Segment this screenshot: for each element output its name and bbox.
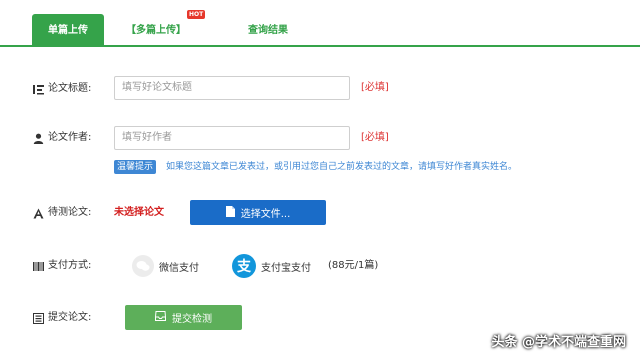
title-label-text: 论文标题: bbox=[48, 83, 92, 94]
tab-multi-upload[interactable]: 【多篇上传】 HOT bbox=[126, 10, 216, 47]
inbox-icon bbox=[155, 311, 166, 324]
alipay-option[interactable]: 支 支付宝支付 bbox=[232, 254, 311, 278]
title-label: 论文标题: bbox=[33, 81, 91, 97]
wechat-pay-label: 微信支付 bbox=[159, 262, 199, 274]
barcode-icon bbox=[33, 261, 44, 272]
wechat-icon bbox=[132, 255, 154, 277]
submit-label: 提交论文: bbox=[33, 310, 91, 326]
tab-multi-label: 【多篇上传】 bbox=[126, 25, 186, 36]
author-label: 论文作者: bbox=[33, 130, 91, 146]
tip-badge: 温馨提示 bbox=[114, 160, 157, 174]
choose-file-button[interactable]: 选择文件... bbox=[190, 200, 326, 225]
font-icon bbox=[33, 208, 44, 219]
wechat-pay-option[interactable]: 微信支付 bbox=[132, 255, 199, 277]
watermark: 头条 @学术不端查重网 bbox=[491, 335, 626, 350]
heading-icon bbox=[33, 84, 44, 95]
no-file-text: 未选择论文 bbox=[114, 207, 164, 218]
tab-bar: 单篇上传 【多篇上传】 HOT 查询结果 bbox=[0, 0, 640, 47]
submit-label-text: 提交论文: bbox=[48, 312, 92, 323]
user-icon bbox=[33, 133, 44, 144]
author-label-text: 论文作者: bbox=[48, 132, 92, 143]
title-input[interactable]: 填写好论文标题 bbox=[114, 76, 350, 100]
list-icon bbox=[33, 312, 44, 324]
paper-label-text: 待测论文: bbox=[48, 207, 92, 218]
author-required: [必填] bbox=[361, 132, 389, 143]
tab-single-upload[interactable]: 单篇上传 bbox=[32, 14, 104, 47]
pay-label: 支付方式: bbox=[33, 258, 91, 274]
author-input[interactable]: 填写好作者 bbox=[114, 126, 350, 150]
paper-label: 待测论文: bbox=[33, 205, 91, 221]
pay-label-text: 支付方式: bbox=[48, 260, 92, 271]
hot-badge: HOT bbox=[187, 10, 206, 19]
choose-file-label: 选择文件... bbox=[240, 209, 291, 220]
submit-check-label: 提交检测 bbox=[172, 314, 212, 325]
file-icon bbox=[225, 205, 235, 220]
tab-query-result[interactable]: 查询结果 bbox=[244, 14, 292, 47]
tip-text: 如果您这篇文章已发表过，或引用过您自己之前发表过的文章，请填写好作者真实姓名。 bbox=[166, 162, 518, 172]
submit-check-button[interactable]: 提交检测 bbox=[125, 305, 242, 330]
title-required: [必填] bbox=[361, 82, 389, 93]
price-text: (88元/1篇) bbox=[328, 260, 379, 271]
alipay-icon: 支 bbox=[232, 254, 256, 278]
alipay-label: 支付宝支付 bbox=[261, 262, 311, 274]
